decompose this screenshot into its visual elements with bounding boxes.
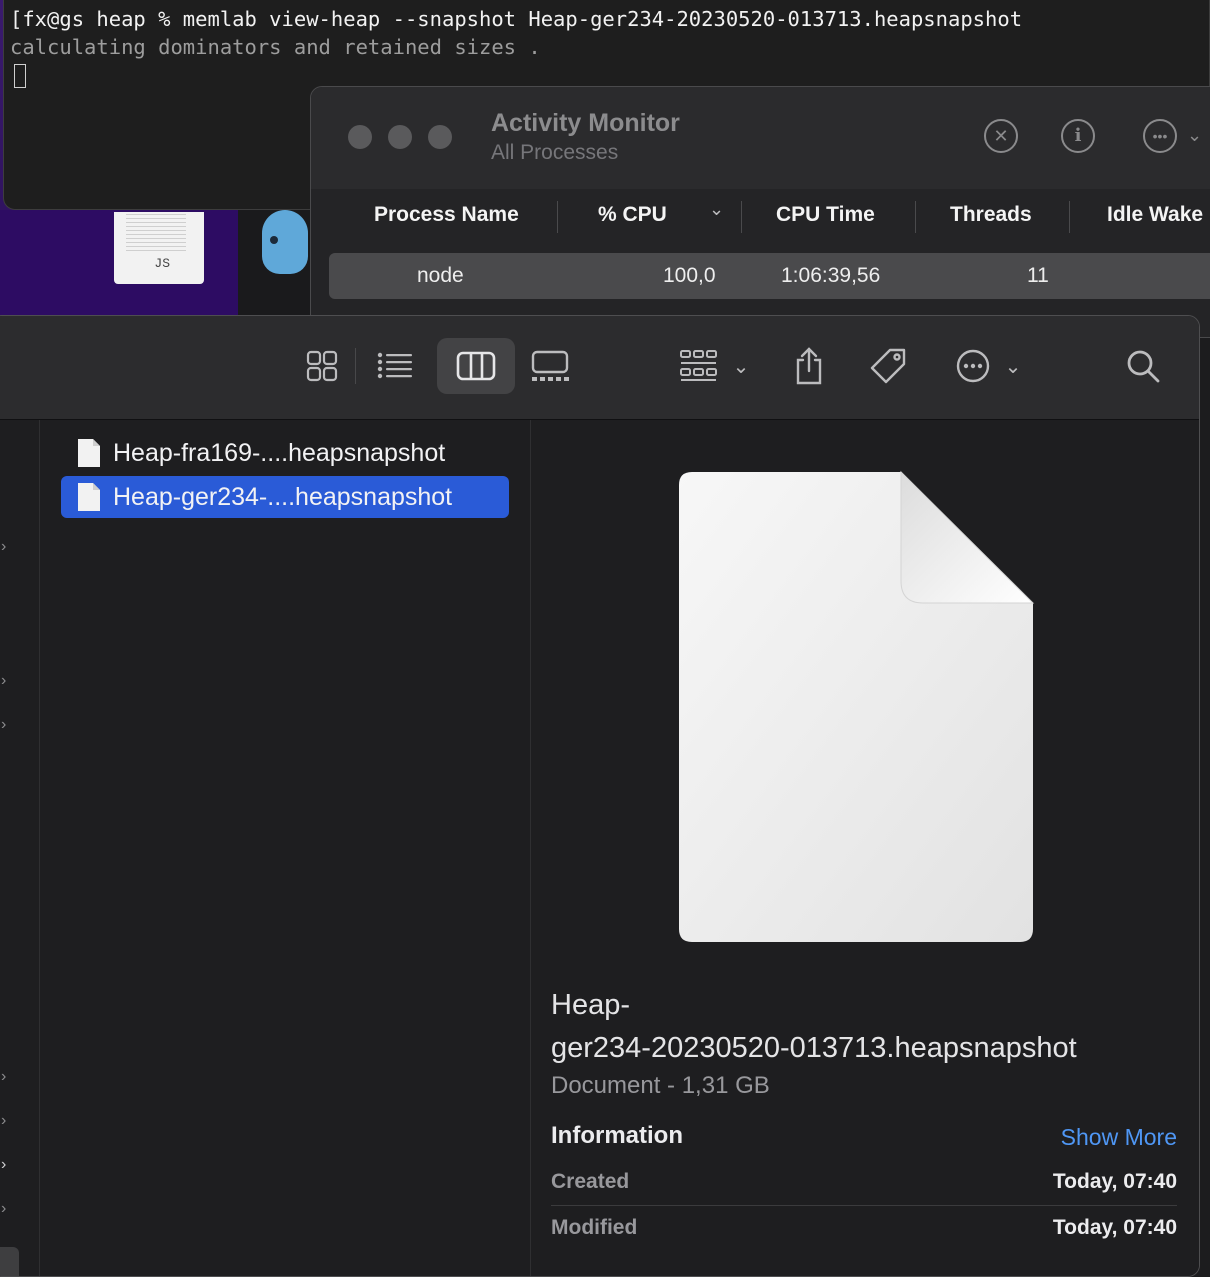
process-cpu: 100,0 — [663, 264, 716, 287]
list-view-icon[interactable] — [377, 344, 413, 388]
info-icon[interactable]: i — [1061, 119, 1095, 153]
document-icon — [78, 439, 100, 467]
minimize-window-button[interactable] — [388, 125, 412, 149]
terminal-cursor — [14, 64, 26, 88]
file-name: Heap-fra169-....heapsnapshot — [113, 438, 446, 467]
sidebar-selected-item[interactable] — [0, 1247, 19, 1276]
finder-toolbar: ⌄ ⌄ — [0, 316, 1199, 420]
preview-file-name-line1: Heap- — [551, 989, 630, 1021]
column-separator — [915, 201, 916, 233]
finder-sidebar: › › › › › › › — [0, 420, 40, 1276]
process-table-header: Process Name % CPU ⌄ CPU Time Threads Id… — [311, 189, 1210, 241]
chevron-right-icon[interactable]: › — [1, 716, 6, 734]
column-view-icon[interactable] — [456, 344, 496, 388]
information-heading: Information — [551, 1122, 683, 1149]
elephant-app-icon[interactable] — [262, 210, 308, 274]
document-preview-icon — [679, 470, 1035, 942]
more-actions-icon[interactable] — [955, 344, 991, 388]
chevron-right-icon[interactable]: › — [1, 1112, 6, 1130]
icon-view-icon[interactable] — [305, 344, 339, 388]
more-actions-icon[interactable]: ••• — [1143, 119, 1177, 153]
group-by-icon[interactable] — [679, 344, 719, 388]
preview-file-name: Heap- ger234-20230520-013713.heapsnapsho… — [551, 984, 1077, 1070]
js-file-label: JS — [154, 256, 170, 271]
chevron-down-icon[interactable]: ⌄ — [1187, 125, 1202, 146]
window-subtitle: All Processes — [491, 141, 619, 164]
preview-file-name-line2: ger234-20230520-013713.heapsnapshot — [551, 1032, 1077, 1064]
preview-file-kind: Document - 1,31 GB — [551, 1072, 770, 1099]
chevron-right-icon[interactable]: › — [1, 1156, 6, 1174]
modified-label: Modified — [551, 1216, 638, 1239]
column-separator — [1069, 201, 1070, 233]
terminal-command-line: [fx@gs heap % memlab view-heap --snapsho… — [10, 7, 1023, 31]
show-more-link[interactable]: Show More — [1061, 1124, 1177, 1151]
file-list-item[interactable]: Heap-fra169-....heapsnapshot — [61, 432, 509, 474]
column-cpu-time[interactable]: CPU Time — [776, 203, 875, 227]
gallery-view-icon[interactable] — [530, 344, 570, 388]
created-label: Created — [551, 1170, 630, 1193]
column-process-name[interactable]: Process Name — [374, 203, 519, 227]
column-separator — [741, 201, 742, 233]
file-name: Heap-ger234-....heapsnapshot — [113, 482, 453, 511]
document-icon — [78, 483, 100, 511]
file-list-item-selected[interactable]: Heap-ger234-....heapsnapshot — [61, 476, 509, 518]
chevron-right-icon[interactable]: › — [1, 1068, 6, 1086]
created-value: Today, 07:40 — [1052, 1170, 1177, 1193]
search-icon[interactable] — [1125, 344, 1161, 388]
modified-value: Today, 07:40 — [1052, 1216, 1177, 1239]
tag-icon[interactable] — [867, 344, 909, 388]
chevron-down-icon[interactable]: ⌄ — [731, 344, 751, 388]
process-threads: 11 — [1027, 264, 1049, 287]
finder-window[interactable]: ⌄ ⌄ › › › › › › › Heap-fra169-....heapsn… — [0, 315, 1200, 1277]
close-window-button[interactable] — [348, 125, 372, 149]
chevron-right-icon[interactable]: › — [1, 538, 6, 556]
js-file-thumbnail-lines — [126, 214, 186, 254]
chevron-right-icon[interactable]: › — [1, 672, 6, 690]
zoom-window-button[interactable] — [428, 125, 452, 149]
chevron-right-icon[interactable]: › — [1, 1200, 6, 1218]
process-name: node — [417, 264, 464, 287]
sort-chevron-icon: ⌄ — [709, 199, 725, 219]
activity-monitor-window[interactable]: Activity Monitor All Processes ✕ i ••• ⌄… — [310, 86, 1210, 338]
activity-monitor-toolbar: Activity Monitor All Processes ✕ i ••• ⌄ — [311, 87, 1210, 190]
preview-pane: Heap- ger234-20230520-013713.heapsnapsho… — [531, 420, 1199, 1276]
toolbar-divider — [355, 348, 356, 384]
window-title: Activity Monitor — [491, 109, 680, 137]
stop-process-icon[interactable]: ✕ — [984, 119, 1018, 153]
file-column: Heap-fra169-....heapsnapshot Heap-ger234… — [40, 420, 531, 1276]
column-threads[interactable]: Threads — [950, 203, 1032, 227]
column-cpu[interactable]: % CPU — [598, 203, 667, 227]
terminal-output-line: calculating dominators and retained size… — [10, 35, 541, 59]
column-idle-wake[interactable]: Idle Wake — [1107, 203, 1203, 227]
process-cpu-time: 1:06:39,56 — [781, 264, 881, 287]
chevron-down-icon[interactable]: ⌄ — [1003, 344, 1023, 388]
process-row[interactable]: node 100,0 1:06:39,56 11 — [329, 253, 1210, 299]
share-icon[interactable] — [791, 344, 827, 388]
info-divider — [551, 1205, 1177, 1206]
column-separator — [557, 201, 558, 233]
